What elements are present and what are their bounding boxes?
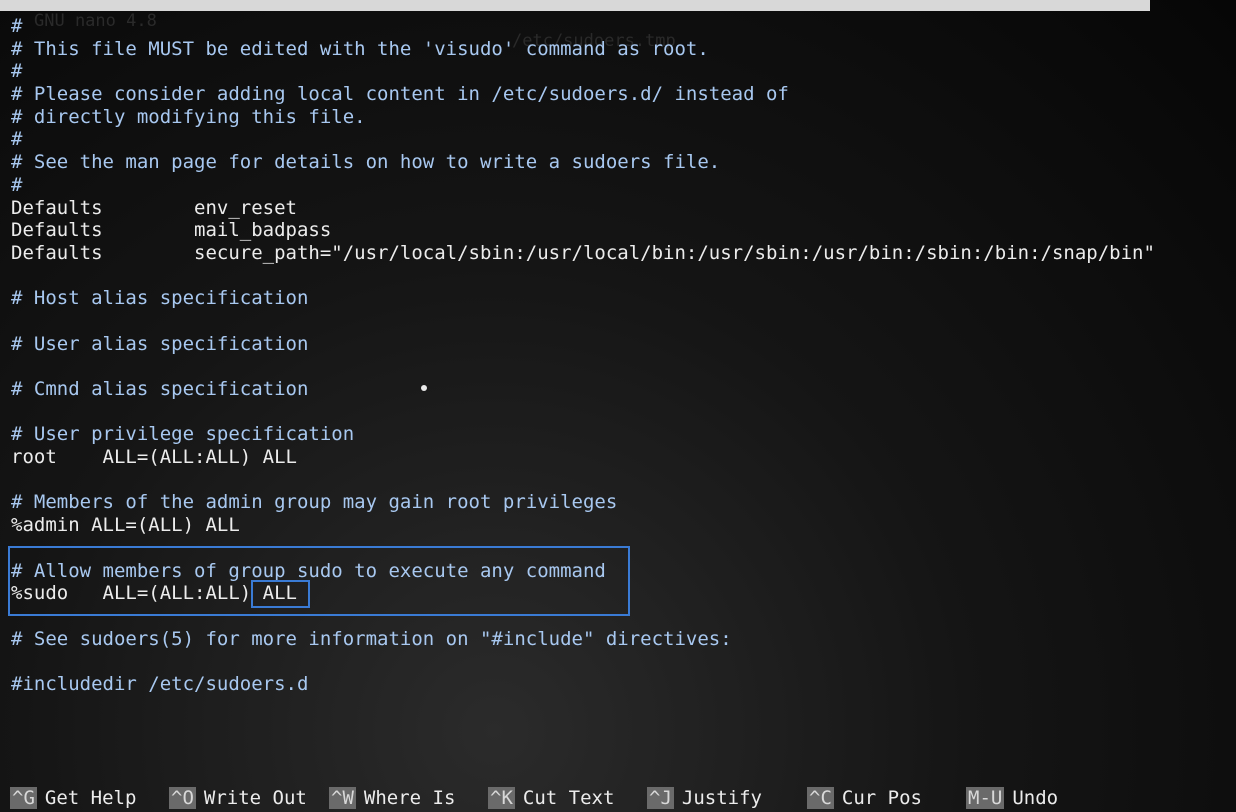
shortcut-cur-pos[interactable]: ^C Cur Pos — [807, 786, 922, 810]
editor-line[interactable]: # See the man page for details on how to… — [11, 151, 1236, 174]
shortcut-undo[interactable]: M-U Undo — [966, 786, 1058, 810]
editor-area[interactable]: # # This file MUST be edited with the 'vi… — [11, 15, 1236, 696]
mouse-pointer-icon — [421, 385, 427, 391]
editor-line[interactable]: Defaults mail_badpass — [11, 219, 1236, 242]
editor-line[interactable]: # — [11, 60, 1236, 83]
shortcut-label: Undo — [1012, 787, 1059, 809]
shortcut-key: ^W — [329, 787, 356, 809]
shortcut-label: Write Out — [203, 787, 307, 809]
editor-line[interactable]: %admin ALL=(ALL) ALL — [11, 514, 1236, 537]
shortcut-label: Cur Pos — [841, 787, 922, 809]
editor-line[interactable]: # Allow members of group sudo to execute… — [11, 560, 1236, 583]
editor-line[interactable]: # — [11, 174, 1236, 197]
shortcut-cut-text[interactable]: ^K Cut Text — [488, 786, 614, 810]
editor-line[interactable] — [11, 355, 1236, 378]
editor-line[interactable]: root ALL=(ALL:ALL) ALL — [11, 446, 1236, 469]
shortcut-get-help[interactable]: ^G Get Help — [10, 786, 136, 810]
editor-line[interactable]: #includedir /etc/sudoers.d — [11, 673, 1236, 696]
editor-line[interactable]: # Members of the admin group may gain ro… — [11, 491, 1236, 514]
editor-line[interactable]: # User alias specification — [11, 333, 1236, 356]
editor-line[interactable]: Defaults secure_path="/usr/local/sbin:/u… — [11, 242, 1236, 265]
shortcut-justify[interactable]: ^J Justify — [647, 786, 762, 810]
editor-line[interactable]: %sudo ALL=(ALL:ALL) ALL — [11, 582, 1236, 605]
editor-line[interactable]: # This file MUST be edited with the 'vis… — [11, 38, 1236, 61]
editor-line[interactable] — [11, 537, 1236, 560]
editor-line[interactable]: # — [11, 128, 1236, 151]
shortcut-key: M-U — [966, 787, 1005, 809]
shortcut-key: ^O — [169, 787, 196, 809]
shortcut-label: Justify — [681, 787, 762, 809]
shortcut-label: Cut Text — [522, 787, 615, 809]
shortcut-label: Where Is — [363, 787, 456, 809]
editor-line[interactable]: # directly modifying this file. — [11, 106, 1236, 129]
editor-line[interactable] — [11, 469, 1236, 492]
editor-line[interactable] — [11, 401, 1236, 424]
editor-line[interactable]: # Host alias specification — [11, 287, 1236, 310]
shortcut-label: Get Help — [44, 787, 137, 809]
shortcut-key: ^K — [488, 787, 515, 809]
shortcut-where-is[interactable]: ^W Where Is — [329, 786, 455, 810]
editor-line[interactable] — [11, 605, 1236, 628]
shortcut-key: ^G — [10, 787, 37, 809]
nano-title-bar: GNU nano 4.8 /etc/sudoers.tmp — [0, 0, 1150, 51]
shortcut-write-out[interactable]: ^O Write Out — [169, 786, 307, 810]
editor-line[interactable] — [11, 265, 1236, 288]
editor-line[interactable]: # Please consider adding local content i… — [11, 83, 1236, 106]
shortcut-key: ^J — [647, 787, 674, 809]
editor-line[interactable]: # See sudoers(5) for more information on… — [11, 628, 1236, 651]
shortcut-key: ^C — [807, 787, 834, 809]
shortcut-bar: ^G Get Help ^O Write Out ^W Where Is ^K Cut Tex… — [10, 786, 1230, 810]
editor-line[interactable]: Defaults env_reset — [11, 197, 1236, 220]
editor-line[interactable] — [11, 310, 1236, 333]
editor-line[interactable]: # User privilege specification — [11, 423, 1236, 446]
editor-line[interactable]: # Cmnd alias specification — [11, 378, 1236, 401]
editor-line[interactable] — [11, 650, 1236, 673]
editor-line[interactable]: # — [11, 15, 1236, 38]
